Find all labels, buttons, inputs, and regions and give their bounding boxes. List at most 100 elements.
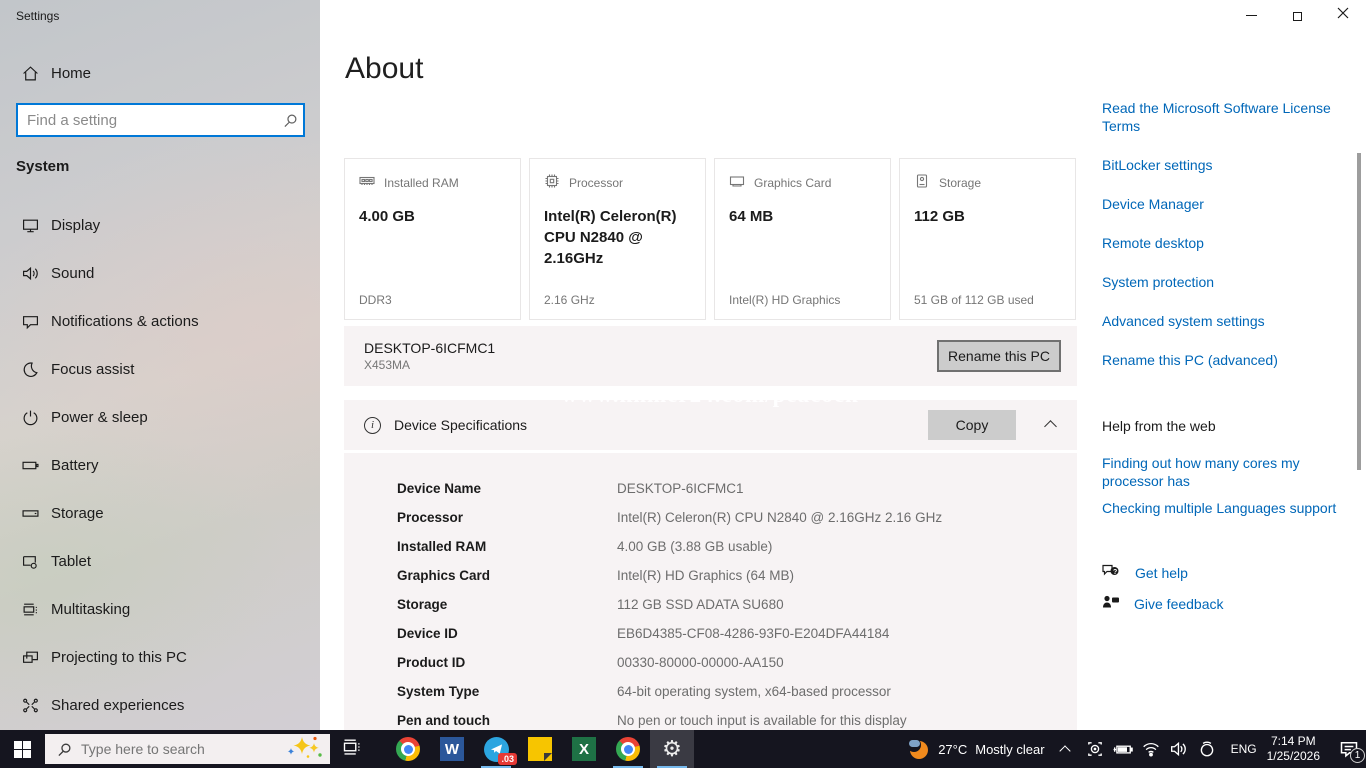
sidebar-item-focus-assist[interactable]: Focus assist	[0, 349, 320, 389]
sidebar-item-display[interactable]: Display	[0, 205, 320, 245]
display-icon	[22, 217, 39, 234]
device-model: X453MA	[364, 358, 411, 372]
link-bitlocker[interactable]: BitLocker settings	[1102, 156, 1342, 174]
chrome-icon	[395, 736, 421, 762]
sidebar-item-label: Storage	[51, 504, 104, 522]
sidebar-item-tablet[interactable]: Tablet	[0, 541, 320, 581]
card-footer: 51 GB of 112 GB used	[914, 293, 1034, 307]
notification-badge: 1	[1350, 748, 1365, 763]
chrome-icon	[615, 736, 641, 762]
sidebar-item-label: Battery	[51, 456, 99, 474]
graphics-icon	[729, 173, 745, 192]
chevron-up-icon[interactable]	[1044, 420, 1057, 433]
spec-label: Storage	[397, 597, 448, 612]
tablet-mode-tray-icon[interactable]	[1083, 730, 1107, 768]
spec-label: Device Name	[397, 481, 482, 496]
card-footer: 2.16 GHz	[544, 293, 595, 307]
wifi-tray-icon[interactable]	[1139, 730, 1163, 768]
rename-panel: DESKTOP-6ICFMC1 X453MA Rename this PC	[344, 326, 1077, 386]
sidebar-item-shared-experiences[interactable]: Shared experiences	[0, 685, 320, 725]
notification-center-button[interactable]: 1	[1332, 730, 1366, 768]
multitasking-icon	[22, 601, 39, 618]
link-languages-help[interactable]: Checking multiple Languages support	[1102, 499, 1342, 517]
card-footer: Intel(R) HD Graphics	[729, 293, 841, 307]
taskbar-weather[interactable]: 27°C Mostly clear	[907, 738, 1045, 760]
card-processor: Processor Intel(R) Celeron(R) CPU N2840 …	[529, 158, 706, 320]
sidebar-item-multitasking[interactable]: Multitasking	[0, 589, 320, 629]
spec-value: 00330-80000-00000-AA150	[617, 655, 784, 670]
spec-label: Graphics Card	[397, 568, 491, 583]
sidebar-item-projecting[interactable]: Projecting to this PC	[0, 637, 320, 677]
settings-gear-icon: ⚙	[662, 736, 682, 761]
card-label: Graphics Card	[754, 175, 832, 190]
restore-button[interactable]	[1274, 0, 1320, 30]
app-circle-tray-icon[interactable]	[1195, 730, 1219, 768]
telegram-badge: .03	[498, 753, 517, 765]
device-specs-header[interactable]: i Device Specifications Copy	[344, 400, 1077, 450]
link-system-protection[interactable]: System protection	[1102, 273, 1342, 291]
give-feedback-row[interactable]: Give feedback	[1102, 593, 1224, 615]
taskbar-app-settings[interactable]: ⚙	[650, 730, 694, 768]
sidebar-item-battery[interactable]: Battery	[0, 445, 320, 485]
taskbar-app-telegram[interactable]: .03	[474, 730, 518, 768]
sidebar-item-home[interactable]: Home	[0, 53, 320, 93]
give-feedback-link[interactable]: Give feedback	[1134, 596, 1224, 612]
search-input[interactable]	[18, 111, 277, 129]
taskbar-search[interactable]	[45, 734, 330, 764]
card-value: Intel(R) Celeron(R) CPU N2840 @ 2.16GHz	[544, 208, 677, 267]
spec-label: Processor	[397, 510, 464, 525]
spec-value: 112 GB SSD ADATA SU680	[617, 597, 784, 612]
language-indicator[interactable]: ENG	[1231, 742, 1257, 756]
volume-tray-icon[interactable]	[1167, 730, 1191, 768]
link-cores-help[interactable]: Finding out how many cores my processor …	[1102, 454, 1342, 490]
spec-label: System Type	[397, 684, 480, 699]
card-value: 64 MB	[729, 208, 774, 225]
sidebar-item-sound[interactable]: Sound	[0, 253, 320, 293]
rename-pc-button[interactable]: Rename this PC	[937, 340, 1061, 372]
vertical-scrollbar[interactable]	[1357, 153, 1361, 470]
start-button[interactable]	[0, 730, 44, 768]
spec-row: Installed RAM 4.00 GB (3.88 GB usable)	[397, 532, 1057, 561]
link-device-manager[interactable]: Device Manager	[1102, 195, 1342, 213]
spec-value: 64-bit operating system, x64-based proce…	[617, 684, 891, 699]
copy-button[interactable]: Copy	[928, 410, 1016, 440]
sidebar-item-label: Power & sleep	[51, 408, 148, 426]
find-setting-searchbox[interactable]	[16, 103, 305, 137]
card-graphics: Graphics Card 64 MB Intel(R) HD Graphics	[714, 158, 891, 320]
weather-condition: Mostly clear	[975, 741, 1045, 757]
link-advanced-system-settings[interactable]: Advanced system settings	[1102, 312, 1342, 330]
battery-tray-icon[interactable]	[1111, 730, 1135, 768]
taskbar-app-word[interactable]: W	[430, 730, 474, 768]
get-help-link[interactable]: Get help	[1135, 565, 1188, 581]
window-title: Settings	[16, 9, 60, 23]
tablet-icon	[22, 553, 39, 570]
card-storage: Storage 112 GB 51 GB of 112 GB used	[899, 158, 1076, 320]
home-icon	[22, 65, 39, 82]
spec-label: Installed RAM	[397, 539, 487, 554]
taskbar-app-chrome[interactable]	[386, 730, 430, 768]
search-icon	[57, 742, 72, 757]
close-button[interactable]	[1320, 0, 1366, 30]
sidebar-item-notifications[interactable]: Notifications & actions	[0, 301, 320, 341]
taskbar-app-chrome-2[interactable]	[606, 730, 650, 768]
tray-overflow-chevron[interactable]	[1058, 745, 1071, 757]
sidebar-item-storage[interactable]: Storage	[0, 493, 320, 533]
main-content: About Installed RAM 4.00 GB DDR3 Process	[320, 0, 1366, 730]
windows-logo-icon	[13, 740, 31, 758]
minimize-button[interactable]	[1228, 0, 1274, 30]
link-remote-desktop[interactable]: Remote desktop	[1102, 234, 1342, 252]
settings-window: Settings Home System Display	[0, 0, 1366, 768]
sidebar-item-power-sleep[interactable]: Power & sleep	[0, 397, 320, 437]
task-view-button[interactable]	[330, 730, 374, 768]
get-help-row[interactable]: ? Get help	[1102, 562, 1188, 584]
link-rename-advanced[interactable]: Rename this PC (advanced)	[1102, 351, 1342, 369]
word-icon: W	[439, 736, 465, 762]
link-license-terms[interactable]: Read the Microsoft Software License Term…	[1102, 99, 1342, 135]
taskbar-app-excel[interactable]: X	[562, 730, 606, 768]
taskbar-search-input[interactable]	[81, 741, 284, 757]
ram-icon	[359, 173, 375, 192]
taskbar-app-sticky-notes[interactable]	[518, 730, 562, 768]
taskbar: W .03 X ⚙ 27°C Mostly cle	[0, 730, 1366, 768]
sidebar-item-label: Projecting to this PC	[51, 648, 187, 666]
taskbar-clock[interactable]: 7:14 PM 1/25/2026	[1267, 734, 1320, 764]
